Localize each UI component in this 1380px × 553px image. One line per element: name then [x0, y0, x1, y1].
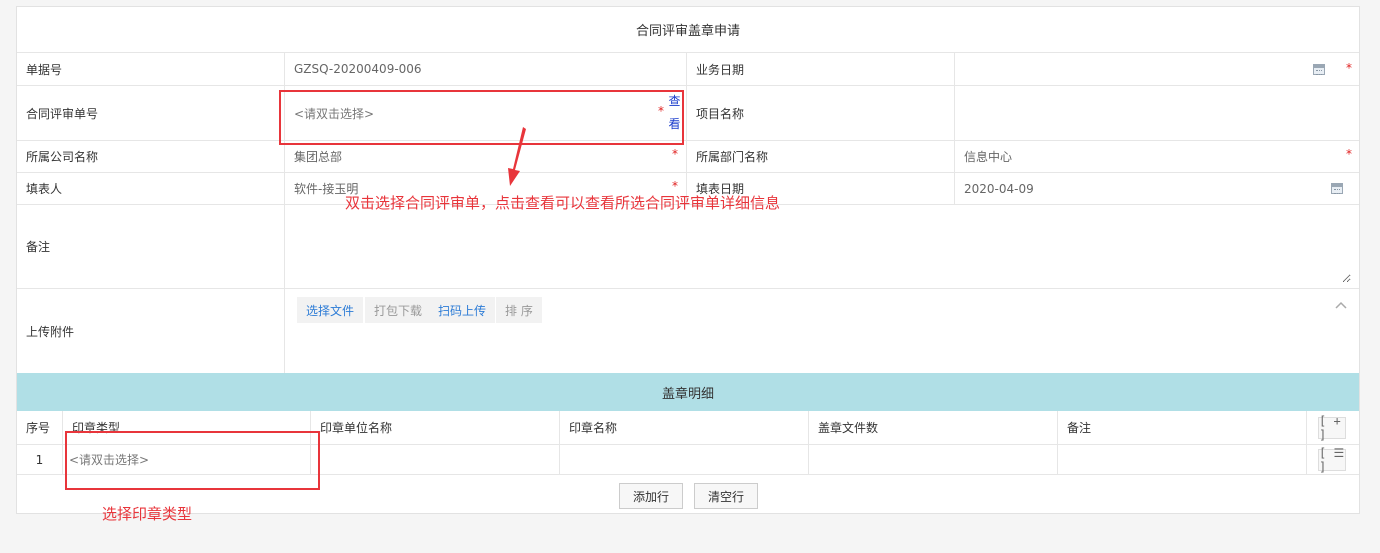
col-header-no: 序号: [17, 411, 63, 444]
collapse-chevron-up-icon[interactable]: [1335, 301, 1347, 309]
project-name-value[interactable]: [955, 86, 1359, 140]
row-no: 1: [17, 445, 63, 474]
required-mark: *: [1346, 147, 1352, 161]
add-column-row-button[interactable]: [ + ]: [1318, 414, 1346, 442]
dept-label: 所属部门名称: [687, 141, 955, 172]
row-attachment: 上传附件 选择文件 打包下载 扫码上传 排 序: [17, 289, 1359, 373]
filler-label: 填表人: [17, 173, 285, 204]
biz-date-label: 业务日期: [687, 53, 955, 85]
doc-no-value: GZSQ-20200409-006: [285, 53, 687, 85]
review-no-annotation: 双击选择合同评审单，点击查看可以查看所选合同评审单详细信息: [345, 194, 781, 212]
col-header-remark: 备注: [1058, 411, 1307, 444]
dept-input[interactable]: 信息中心 *: [955, 141, 1359, 172]
project-name-label: 项目名称: [687, 86, 955, 140]
seal-unit-input[interactable]: [311, 445, 560, 474]
col-header-file-count: 盖章文件数: [809, 411, 1058, 444]
review-no-highlight-box: [279, 90, 684, 145]
attachment-cell: 选择文件 打包下载 扫码上传 排 序: [285, 289, 1359, 373]
seal-detail-header: 盖章明细: [17, 373, 1359, 411]
company-label: 所属公司名称: [17, 141, 285, 172]
remark-textarea[interactable]: [289, 209, 1351, 283]
attachment-label: 上传附件: [17, 289, 285, 373]
dept-value[interactable]: 信息中心: [964, 148, 1012, 165]
row-remark-input[interactable]: [1058, 445, 1307, 474]
fill-date-value[interactable]: 2020-04-09: [964, 182, 1034, 196]
add-row-button[interactable]: 添加行: [619, 483, 683, 509]
biz-date-input[interactable]: *: [955, 53, 1359, 85]
row-doc-no: 单据号 GZSQ-20200409-006 业务日期 *: [17, 53, 1359, 86]
row-actions: [ ☰ ]: [1307, 445, 1359, 474]
form-title: 合同评审盖章申请: [17, 7, 1359, 53]
annotation-arrow-icon: [508, 127, 526, 186]
doc-no-label: 单据号: [17, 53, 285, 85]
row-company: 所属公司名称 集团总部 * 所属部门名称 信息中心 *: [17, 141, 1359, 173]
remark-cell: [285, 205, 1359, 288]
col-header-actions: [ + ]: [1307, 411, 1359, 444]
fill-date-input[interactable]: 2020-04-09: [955, 173, 1359, 204]
scan-upload-button[interactable]: 扫码上传: [429, 297, 496, 323]
seal-type-annotation: 选择印章类型: [102, 505, 193, 523]
calendar-icon[interactable]: [1331, 183, 1343, 194]
row-remark: 备注: [17, 205, 1359, 289]
required-mark: *: [672, 179, 678, 193]
remark-label: 备注: [17, 205, 285, 288]
col-header-seal-unit: 印章单位名称: [311, 411, 560, 444]
row-review-no: 合同评审单号 <请双击选择> * 查 看 项目名称: [17, 86, 1359, 141]
seal-type-highlight-box: [65, 431, 320, 490]
required-mark: *: [1346, 61, 1352, 75]
file-count-input[interactable]: [809, 445, 1058, 474]
calendar-icon[interactable]: [1313, 64, 1325, 75]
required-mark: *: [672, 147, 678, 161]
seal-name-input[interactable]: [560, 445, 809, 474]
col-header-seal-name: 印章名称: [560, 411, 809, 444]
review-no-label: 合同评审单号: [17, 86, 285, 140]
pack-download-button[interactable]: 打包下载: [365, 297, 432, 323]
clear-rows-button[interactable]: 清空行: [694, 483, 758, 509]
row-menu-button[interactable]: [ ☰ ]: [1318, 446, 1346, 474]
company-input[interactable]: 集团总部 *: [285, 141, 687, 172]
company-value[interactable]: 集团总部: [294, 148, 342, 165]
sort-button[interactable]: 排 序: [496, 297, 542, 323]
select-file-button[interactable]: 选择文件: [297, 297, 364, 323]
